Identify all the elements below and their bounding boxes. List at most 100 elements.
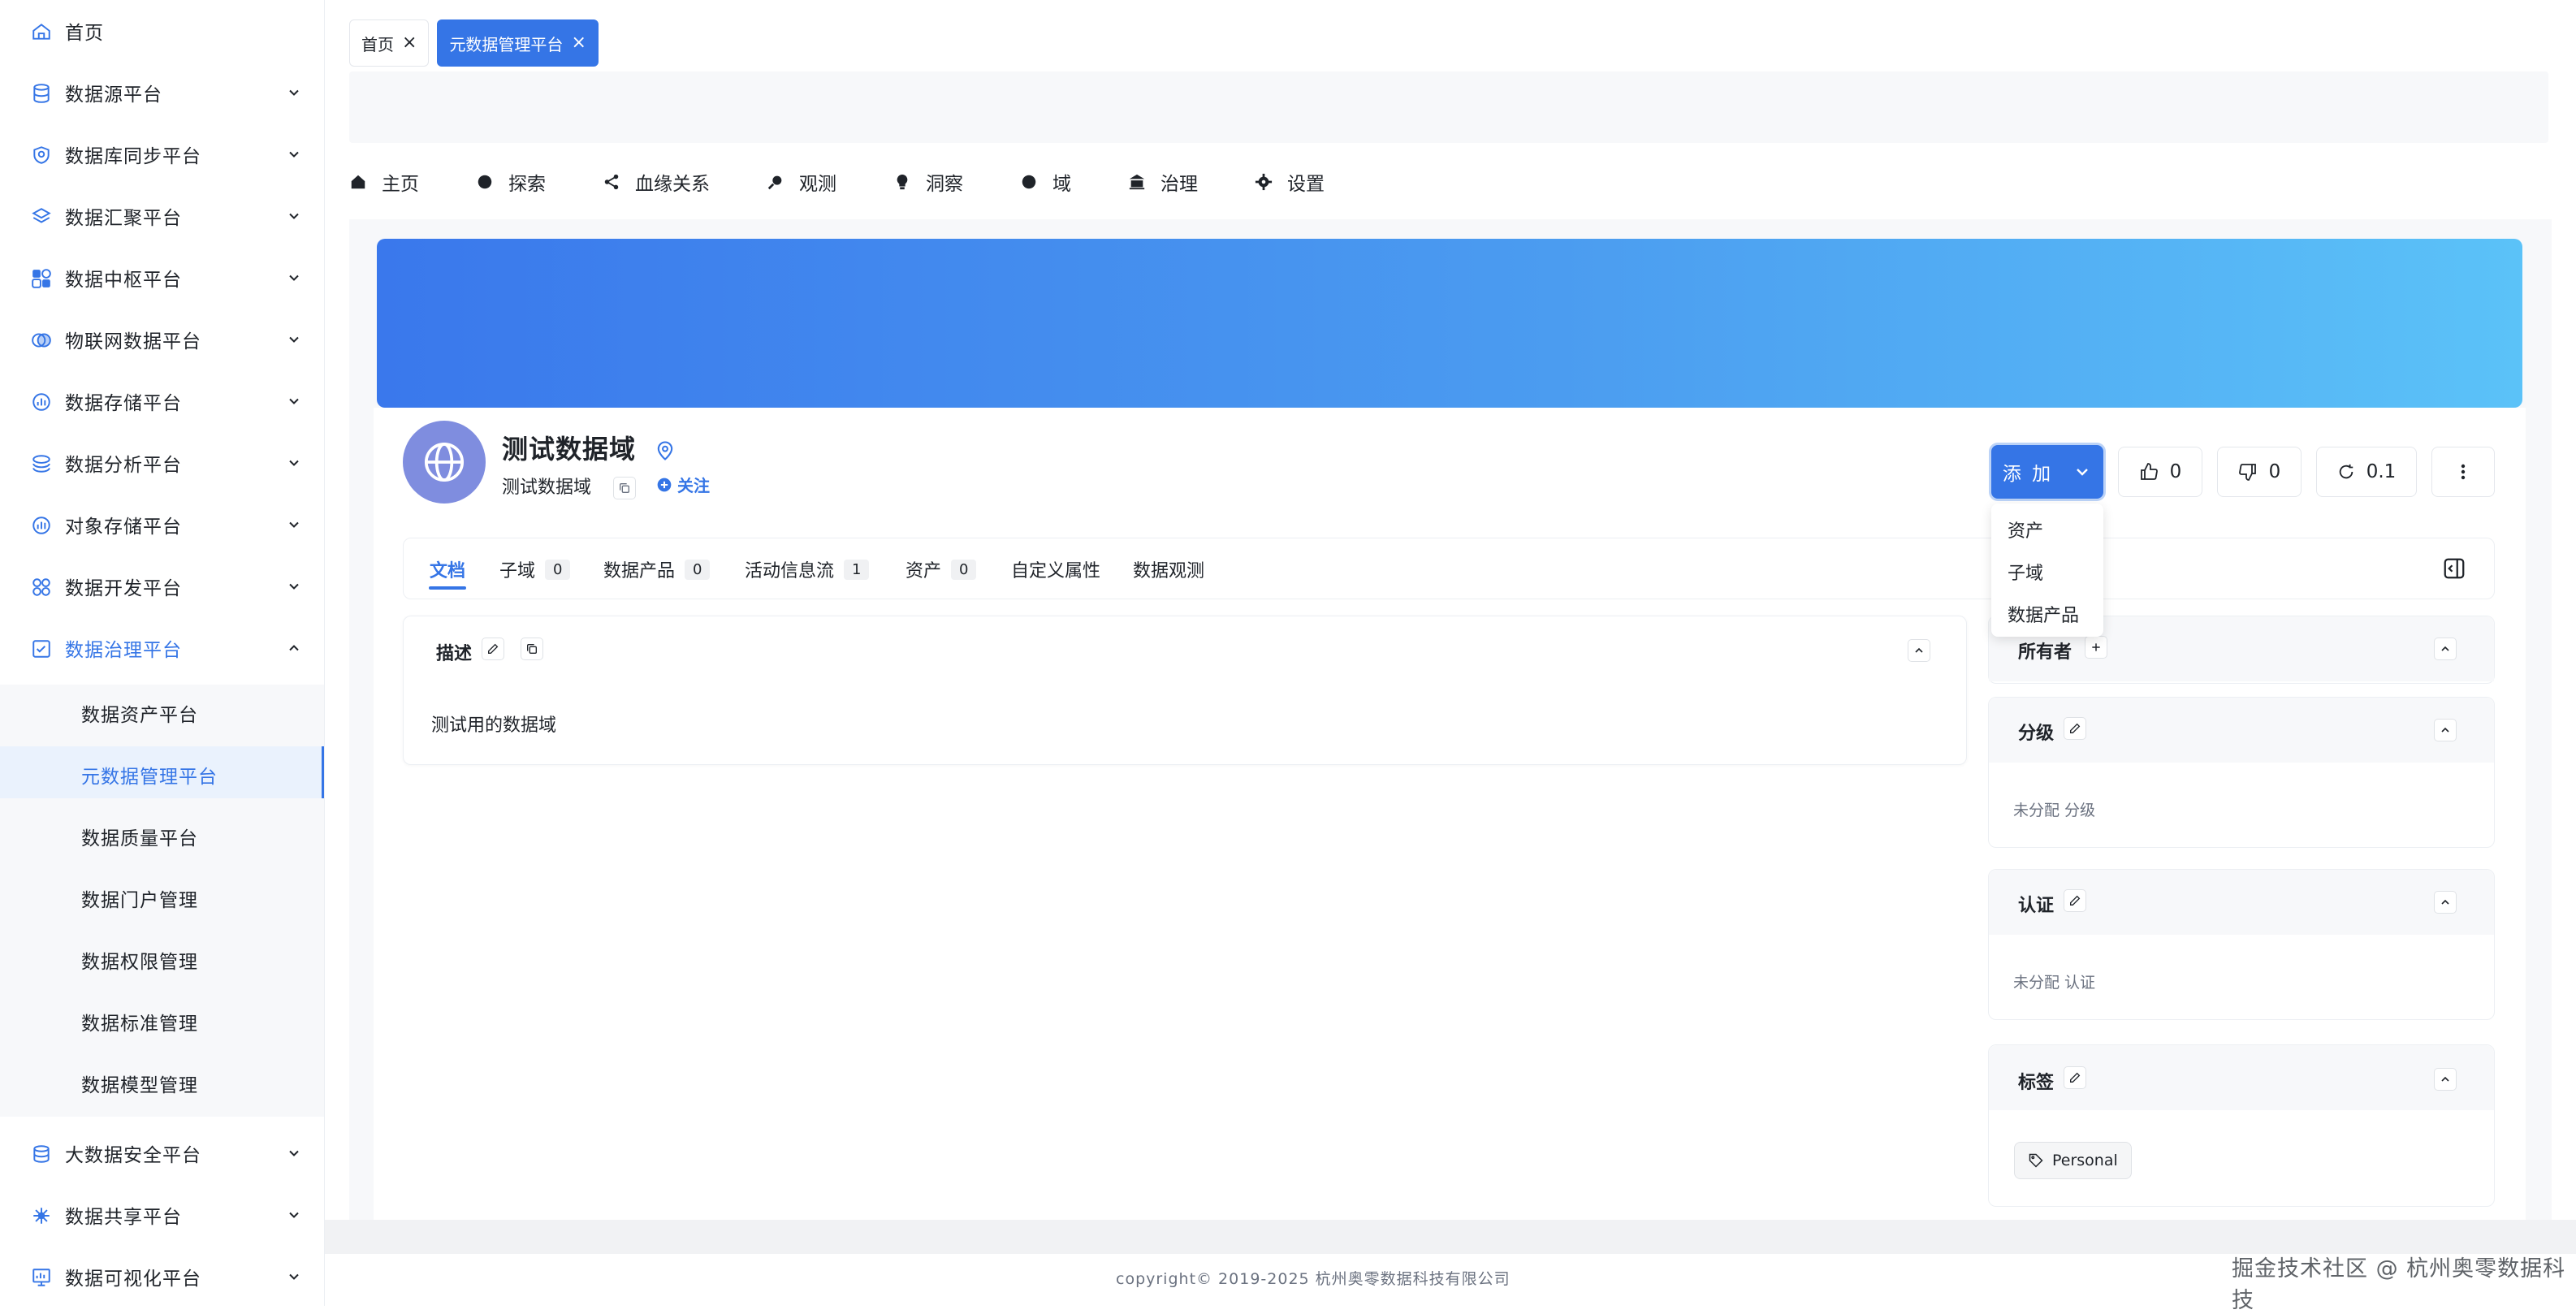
sidebar-item-object-storage[interactable]: 对象存储平台	[0, 494, 324, 555]
sidebar-item-label: 物联网数据平台	[65, 331, 201, 352]
close-icon[interactable]: ×	[402, 34, 417, 52]
add-button[interactable]: 添 加	[1991, 445, 2103, 499]
security-icon	[29, 1142, 54, 1166]
sidebar-item-db-sync[interactable]: 数据库同步平台	[0, 123, 324, 185]
lightbulb-icon	[893, 173, 911, 191]
chevron-down-icon	[289, 151, 299, 158]
dislike-button[interactable]: 0	[2217, 447, 2302, 497]
sidebar-item-home[interactable]: 首页	[0, 0, 324, 62]
submenu-item-asset[interactable]: 数据资产平台	[0, 685, 324, 737]
globe-icon	[424, 442, 465, 482]
more-button[interactable]	[2431, 447, 2495, 497]
copy-icon[interactable]	[613, 477, 637, 499]
sidebar-item-aggregation[interactable]: 数据汇聚平台	[0, 185, 324, 247]
edit-icon[interactable]	[2064, 889, 2086, 912]
plus-circle-icon	[657, 478, 672, 491]
page-tabbar: 首页 × 元数据管理平台 ×	[349, 19, 599, 67]
visualization-icon	[29, 1265, 54, 1290]
menu-item-asset[interactable]: 资产	[2008, 517, 2043, 542]
nav-domain[interactable]: 域	[1020, 168, 1071, 196]
sidebar-item-label: 首页	[65, 23, 104, 44]
sidebar-item-analysis[interactable]: 数据分析平台	[0, 432, 324, 494]
menu-item-data-product[interactable]: 数据产品	[2008, 601, 2079, 627]
sidebar-item-share[interactable]: 数据共享平台	[0, 1184, 324, 1246]
submenu-item-metadata[interactable]: 元数据管理平台	[0, 746, 324, 798]
close-icon[interactable]: ×	[571, 34, 586, 52]
nav-explore[interactable]: 探索	[476, 168, 546, 196]
home-icon	[29, 19, 54, 44]
footer-band	[325, 1220, 2576, 1254]
edit-icon[interactable]	[2064, 1066, 2086, 1089]
submenu-item-standard[interactable]: 数据标准管理	[0, 993, 324, 1045]
domain-avatar	[403, 421, 486, 504]
edit-icon[interactable]	[2064, 717, 2086, 740]
panel-toggle-icon[interactable]	[2442, 556, 2466, 584]
chevron-down-icon	[289, 1273, 299, 1280]
page-tab-metadata[interactable]: 元数据管理平台 ×	[437, 19, 599, 67]
search-icon	[767, 173, 784, 191]
sidebar-item-iot[interactable]: 物联网数据平台	[0, 309, 324, 370]
copy-icon[interactable]	[521, 638, 543, 660]
submenu-item-permission[interactable]: 数据权限管理	[0, 931, 324, 983]
chevron-down-icon	[289, 213, 299, 219]
submenu-item-quality[interactable]: 数据质量平台	[0, 808, 324, 860]
nav-governance[interactable]: 治理	[1128, 168, 1198, 196]
collapse-icon[interactable]	[2434, 891, 2457, 914]
tab-subdomains[interactable]: 子域 0	[499, 556, 571, 582]
follow-button[interactable]: 关注	[656, 473, 710, 496]
sidebar-item-develop[interactable]: 数据开发平台	[0, 555, 324, 617]
tab-data-products[interactable]: 数据产品 0	[603, 556, 711, 582]
share-icon	[29, 1204, 54, 1228]
database-icon	[29, 81, 54, 106]
version-button[interactable]: 0.1	[2316, 447, 2417, 497]
collapse-icon[interactable]	[2434, 719, 2457, 741]
tab-custom-properties[interactable]: 自定义属性	[1011, 556, 1100, 582]
submenu-item-model[interactable]: 数据模型管理	[0, 1055, 324, 1107]
tab-documentation[interactable]: 文档	[430, 556, 465, 582]
chevron-down-icon	[289, 583, 299, 590]
tag-icon	[2029, 1153, 2043, 1168]
entity-tabs: 文档 子域 0 数据产品 0 活动信息流 1 资产 0 自定义属性 数据观测	[403, 538, 2495, 599]
like-button[interactable]: 0	[2118, 447, 2202, 497]
top-nav: 主页 探索 血缘关系 观测 洞察 域 治理 设置	[349, 159, 1381, 205]
governance-icon	[29, 637, 54, 661]
collapse-icon[interactable]	[1908, 639, 1930, 662]
nav-home[interactable]: 主页	[349, 168, 419, 196]
submenu-item-portal[interactable]: 数据门户管理	[0, 870, 324, 922]
menu-item-subdomain[interactable]: 子域	[2008, 559, 2043, 585]
nav-lineage[interactable]: 血缘关系	[603, 168, 710, 196]
sidebar-item-governance[interactable]: 数据治理平台	[0, 617, 324, 679]
tab-assets[interactable]: 资产 0	[905, 556, 977, 582]
thumbs-down-icon	[2238, 464, 2256, 481]
lineage-icon	[603, 173, 620, 191]
iot-icon	[29, 328, 54, 352]
sidebar-item-security[interactable]: 大数据安全平台	[0, 1122, 324, 1184]
tab-data-observability[interactable]: 数据观测	[1133, 556, 1204, 582]
collapse-icon[interactable]	[2434, 1068, 2457, 1091]
active-tab-indicator	[429, 586, 466, 590]
sidebar-item-visualization[interactable]: 数据可视化平台	[0, 1246, 324, 1306]
chevron-up-icon	[289, 645, 299, 651]
chevron-down-icon	[289, 398, 299, 404]
description-section: 描述 测试用的数据域	[403, 616, 1967, 765]
sidebar-item-datasource[interactable]: 数据源平台	[0, 62, 324, 123]
add-owner-icon[interactable]	[2085, 636, 2107, 659]
edit-icon[interactable]	[482, 638, 504, 660]
count-badge: 0	[545, 559, 571, 580]
collapse-icon[interactable]	[2434, 638, 2457, 660]
sidebar-item-storage[interactable]: 数据存储平台	[0, 370, 324, 432]
chevron-down-icon	[289, 336, 299, 343]
history-icon	[2339, 464, 2353, 479]
page-tab-home[interactable]: 首页 ×	[349, 19, 430, 67]
nav-insight[interactable]: 洞察	[893, 168, 963, 196]
bank-icon	[1128, 173, 1146, 191]
storage-icon	[29, 390, 54, 414]
analysis-icon	[29, 452, 54, 476]
tags-section: 标签	[1988, 1044, 2495, 1207]
nav-settings[interactable]: 设置	[1255, 168, 1325, 196]
thumbs-up-icon	[2140, 463, 2158, 480]
nav-observe[interactable]: 观测	[767, 168, 836, 196]
tab-activity-feed[interactable]: 活动信息流 1	[745, 556, 870, 582]
sidebar-item-hub[interactable]: 数据中枢平台	[0, 247, 324, 309]
tag-chip[interactable]: Personal	[2014, 1142, 2132, 1179]
